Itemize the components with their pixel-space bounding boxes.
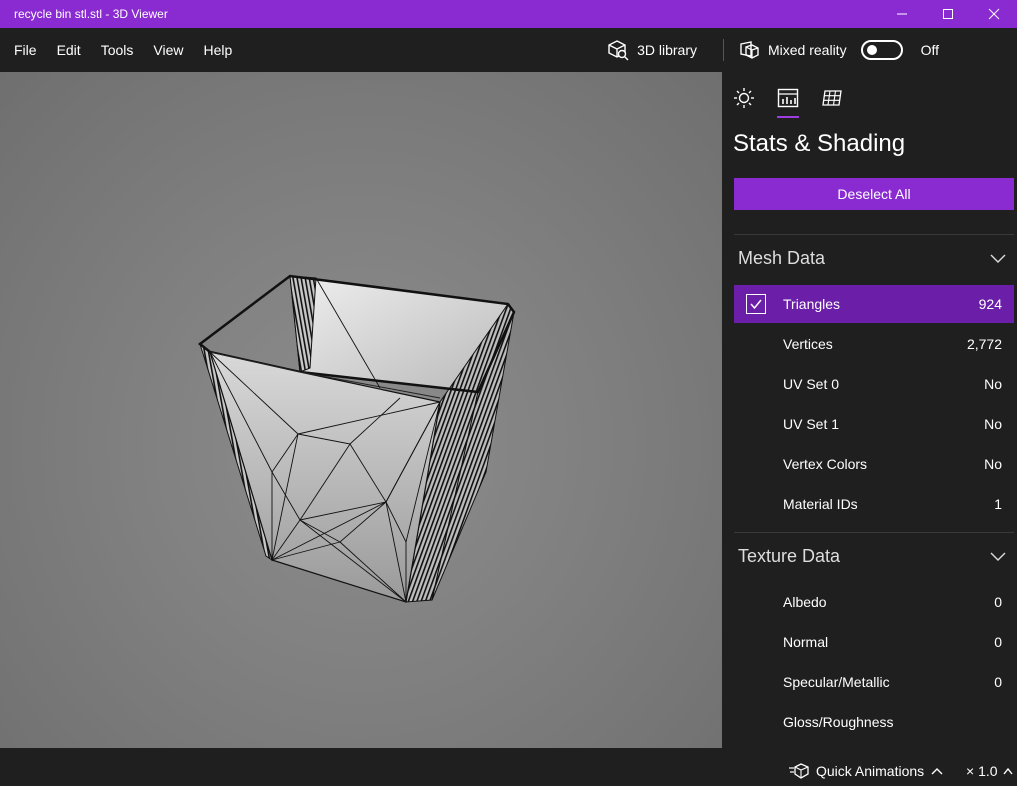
stats-icon (777, 88, 799, 108)
menu-view[interactable]: View (143, 42, 193, 58)
row-value: 924 (978, 296, 1002, 312)
maximize-icon (943, 9, 953, 19)
row-value: No (984, 456, 1002, 472)
stats-shading-panel: Stats & Shading Deselect All Mesh Data T… (722, 72, 1017, 748)
mixed-reality-group: Mixed reality Off (738, 40, 1017, 60)
tab-lighting[interactable] (730, 84, 758, 112)
3d-library-button[interactable]: 3D library (607, 39, 723, 61)
texture-row-specular-metallic[interactable]: Specular/Metallic 0 (734, 663, 1014, 701)
row-value: 1 (994, 496, 1002, 512)
menu-bar: File Edit Tools View Help 3D library Mix… (0, 28, 1017, 72)
texture-row-albedo[interactable]: Albedo 0 (734, 583, 1014, 621)
mixed-reality-icon (740, 41, 759, 59)
animation-cube-icon (789, 763, 809, 779)
tab-grid[interactable] (818, 84, 846, 112)
row-value: No (984, 416, 1002, 432)
row-label: UV Set 1 (783, 416, 840, 432)
sun-icon (734, 88, 754, 108)
grid-icon (822, 90, 842, 106)
menu-edit[interactable]: Edit (47, 42, 91, 58)
row-label: Normal (783, 634, 829, 650)
panel-tabs (722, 72, 1017, 120)
mesh-row-vertices[interactable]: Vertices 2,772 (734, 325, 1014, 363)
row-label: Vertex Colors (783, 456, 868, 472)
texture-data-header[interactable]: Texture Data (734, 536, 1014, 576)
mixed-reality-label: Mixed reality (767, 42, 847, 58)
menu-file[interactable]: File (4, 42, 47, 58)
menu-tools[interactable]: Tools (91, 42, 144, 58)
title-bar: recycle bin stl.stl - 3D Viewer (0, 0, 1017, 28)
row-label: Triangles (783, 296, 841, 312)
menu-help[interactable]: Help (193, 42, 242, 58)
window-title: recycle bin stl.stl - 3D Viewer (14, 7, 168, 21)
speed-label: × 1.0 (966, 763, 998, 779)
tab-stats-shading[interactable] (774, 84, 802, 112)
mesh-row-uv-set-0[interactable]: UV Set 0 No (734, 365, 1014, 403)
panel-title: Stats & Shading (733, 130, 906, 157)
mesh-row-triangles[interactable]: Triangles 924 (734, 285, 1014, 323)
row-value: 2,772 (966, 336, 1002, 352)
texture-row-gloss-roughness[interactable]: Gloss/Roughness (734, 703, 1014, 741)
section-divider (734, 234, 1014, 235)
row-value: 0 (994, 674, 1002, 690)
status-bar: Quick Animations × 1.0 (0, 748, 1017, 786)
chevron-down-icon (990, 254, 1006, 263)
toolbar-separator (722, 39, 724, 61)
texture-row-normal[interactable]: Normal 0 (734, 623, 1014, 661)
texture-data-label: Texture Data (738, 545, 841, 566)
animation-speed-control[interactable]: × 1.0 (966, 763, 1014, 779)
toggle-knob (866, 45, 877, 55)
row-value: No (984, 376, 1002, 392)
chevron-up-icon (1002, 767, 1013, 775)
row-label: Material IDs (783, 496, 858, 512)
row-label: Gloss/Roughness (783, 714, 894, 730)
toggle-state-label: Off (920, 42, 939, 58)
mesh-row-uv-set-1[interactable]: UV Set 1 No (734, 405, 1014, 443)
quick-animations-button[interactable]: Quick Animations (788, 763, 944, 779)
mesh-row-material-ids[interactable]: Material IDs 1 (734, 485, 1014, 523)
deselect-all-button[interactable]: Deselect All (734, 178, 1014, 210)
3d-library-label: 3D library (637, 42, 697, 58)
close-icon (988, 8, 1000, 20)
minimize-icon (897, 13, 907, 15)
maximize-button[interactable] (925, 0, 971, 28)
active-tab-indicator (777, 116, 799, 118)
row-label: Specular/Metallic (783, 674, 890, 690)
chevron-down-icon (990, 552, 1006, 561)
mesh-data-label: Mesh Data (738, 247, 826, 268)
3d-viewport[interactable] (0, 72, 722, 748)
checkmark-icon (750, 299, 762, 310)
quick-animations-label: Quick Animations (816, 763, 925, 779)
cube-search-icon (608, 40, 629, 61)
row-value: 0 (994, 634, 1002, 650)
row-label: Vertices (783, 336, 833, 352)
row-label: UV Set 0 (783, 376, 840, 392)
section-divider (734, 532, 1014, 533)
mixed-reality-toggle[interactable] (860, 40, 903, 60)
minimize-button[interactable] (879, 0, 925, 28)
row-value: 0 (994, 594, 1002, 610)
chevron-up-icon (931, 768, 943, 775)
recycle-bin-model (197, 274, 516, 603)
row-label: Albedo (783, 594, 827, 610)
triangles-checkbox[interactable] (746, 294, 766, 314)
mesh-row-vertex-colors[interactable]: Vertex Colors No (734, 445, 1014, 483)
close-button[interactable] (971, 0, 1017, 28)
mesh-data-header[interactable]: Mesh Data (734, 238, 1014, 278)
